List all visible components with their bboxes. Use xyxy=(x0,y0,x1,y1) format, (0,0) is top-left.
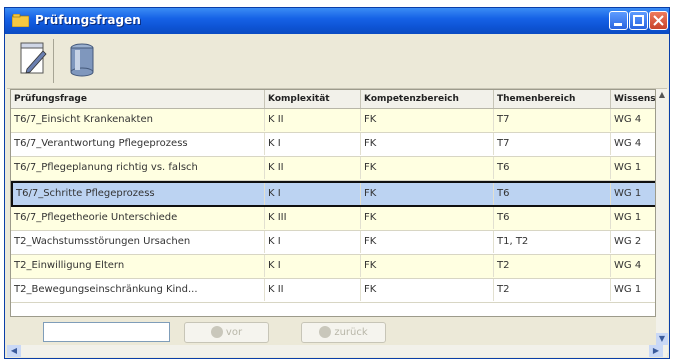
cell-pruefungsfrage: T6/7_Schritte Pflegeprozess xyxy=(13,183,265,205)
scroll-left-icon[interactable]: ◀ xyxy=(7,345,21,357)
cell-themenbereich: T6 xyxy=(494,207,611,229)
zurueck-button[interactable]: zurück xyxy=(301,322,386,343)
cell-wissen: WG 4 xyxy=(611,109,655,131)
column-header-wissens[interactable]: Wissens xyxy=(611,90,655,108)
cell-themenbereich: T6 xyxy=(494,183,611,205)
cell-kompetenzbereich: FK xyxy=(361,231,494,253)
cell-themenbereich: T1, T2 xyxy=(494,231,611,253)
forward-icon xyxy=(210,326,223,338)
cell-pruefungsfrage: T2_Bewegungseinschränkung Kind... xyxy=(11,279,265,301)
cell-kompetenzbereich: FK xyxy=(361,207,494,229)
edit-icon xyxy=(20,42,47,74)
zurueck-label: zurück xyxy=(334,327,368,338)
toolbar xyxy=(7,35,667,89)
cell-wissen: WG 1 xyxy=(611,279,655,301)
table-row[interactable]: T6/7_Einsicht Krankenakten K II FK T7 WG… xyxy=(11,109,655,133)
cell-wissen: WG 1 xyxy=(611,157,655,179)
cell-kompetenzbereich: FK xyxy=(361,279,494,301)
title-bar[interactable]: Prüfungsfragen xyxy=(5,8,669,34)
cell-themenbereich: T7 xyxy=(494,109,611,131)
cell-kompetenzbereich: FK xyxy=(361,157,494,179)
column-header-komplexitaet[interactable]: Komplexität xyxy=(265,90,361,108)
table-header: Prüfungsfrage Komplexität Kompetenzberei… xyxy=(11,90,655,109)
column-header-themenbereich[interactable]: Themenbereich xyxy=(494,90,611,108)
cell-komplexitaet: K I xyxy=(265,255,361,277)
scroll-up-icon[interactable]: ▲ xyxy=(656,89,668,101)
cell-komplexitaet: K II xyxy=(265,109,361,131)
cell-pruefungsfrage: T6/7_Einsicht Krankenakten xyxy=(11,109,265,131)
table-row[interactable]: T2_Wachstumsstörungen Ursachen K I FK T1… xyxy=(11,231,655,255)
horizontal-scrollbar[interactable]: ◀ ▶ xyxy=(7,345,667,357)
cell-kompetenzbereich: FK xyxy=(361,255,494,277)
close-icon xyxy=(653,15,664,26)
cell-komplexitaet: K I xyxy=(265,231,361,253)
cell-kompetenzbereich: FK xyxy=(361,133,494,155)
table-row[interactable]: T6/7_Pflegeplanung richtig vs. falsch K … xyxy=(11,157,655,181)
cell-wissen: WG 1 xyxy=(611,207,655,229)
folder-icon xyxy=(12,14,29,27)
edit-button[interactable] xyxy=(15,39,54,83)
cell-kompetenzbereich: FK xyxy=(361,183,494,205)
cell-komplexitaet: K I xyxy=(265,133,361,155)
minimize-icon xyxy=(614,23,622,26)
cell-komplexitaet: K II xyxy=(265,279,361,301)
back-icon xyxy=(319,326,332,338)
questions-table: Prüfungsfrage Komplexität Kompetenzberei… xyxy=(10,89,656,317)
cell-wissen: WG 4 xyxy=(611,133,655,155)
column-header-pruefungsfrage[interactable]: Prüfungsfrage xyxy=(11,90,265,108)
cell-pruefungsfrage: T6/7_Verantwortung Pflegeprozess xyxy=(11,133,265,155)
maximize-button[interactable] xyxy=(629,11,648,30)
database-button[interactable] xyxy=(63,39,101,83)
scroll-down-icon[interactable]: ▼ xyxy=(656,333,668,345)
maximize-icon xyxy=(633,15,644,26)
window-title: Prüfungsfragen xyxy=(35,13,141,27)
column-header-kompetenzbereich[interactable]: Kompetenzbereich xyxy=(361,90,494,108)
minimize-button[interactable] xyxy=(609,11,628,30)
table-row-selected[interactable]: T6/7_Schritte Pflegeprozess K I FK T6 WG… xyxy=(11,181,655,207)
table-row[interactable]: T2_Bewegungseinschränkung Kind... K II F… xyxy=(11,279,655,303)
cell-pruefungsfrage: T2_Wachstumsstörungen Ursachen xyxy=(11,231,265,253)
page-input[interactable] xyxy=(43,322,170,342)
cell-komplexitaet: K II xyxy=(265,157,361,179)
cell-komplexitaet: K III xyxy=(265,207,361,229)
cell-pruefungsfrage: T2_Einwilligung Eltern xyxy=(11,255,265,277)
vertical-scrollbar[interactable]: ▲ ▼ xyxy=(656,89,668,353)
cell-komplexitaet: K I xyxy=(265,183,361,205)
vor-button[interactable]: vor xyxy=(184,322,269,343)
cell-pruefungsfrage: T6/7_Pflegeplanung richtig vs. falsch xyxy=(11,157,265,179)
pagination-bar: vor zurück xyxy=(7,317,656,345)
cell-kompetenzbereich: FK xyxy=(361,109,494,131)
cell-wissen: WG 4 xyxy=(611,255,655,277)
close-button[interactable] xyxy=(649,11,668,30)
vor-label: vor xyxy=(225,327,243,338)
table-row[interactable]: T6/7_Pflegetheorie Unterschiede K III FK… xyxy=(11,207,655,231)
database-icon xyxy=(70,43,94,77)
cell-wissen: WG 1 xyxy=(611,183,655,205)
app-window: Prüfungsfragen Prüfungsfrage Komplexität… xyxy=(4,7,670,359)
cell-themenbereich: T2 xyxy=(494,279,611,301)
cell-themenbereich: T7 xyxy=(494,133,611,155)
cell-wissen: WG 2 xyxy=(611,231,655,253)
scroll-right-icon[interactable]: ▶ xyxy=(649,345,663,357)
cell-themenbereich: T6 xyxy=(494,157,611,179)
table-row[interactable]: T2_Einwilligung Eltern K I FK T2 WG 4 xyxy=(11,255,655,279)
cell-pruefungsfrage: T6/7_Pflegetheorie Unterschiede xyxy=(11,207,265,229)
table-row[interactable]: T6/7_Verantwortung Pflegeprozess K I FK … xyxy=(11,133,655,157)
cell-themenbereich: T2 xyxy=(494,255,611,277)
